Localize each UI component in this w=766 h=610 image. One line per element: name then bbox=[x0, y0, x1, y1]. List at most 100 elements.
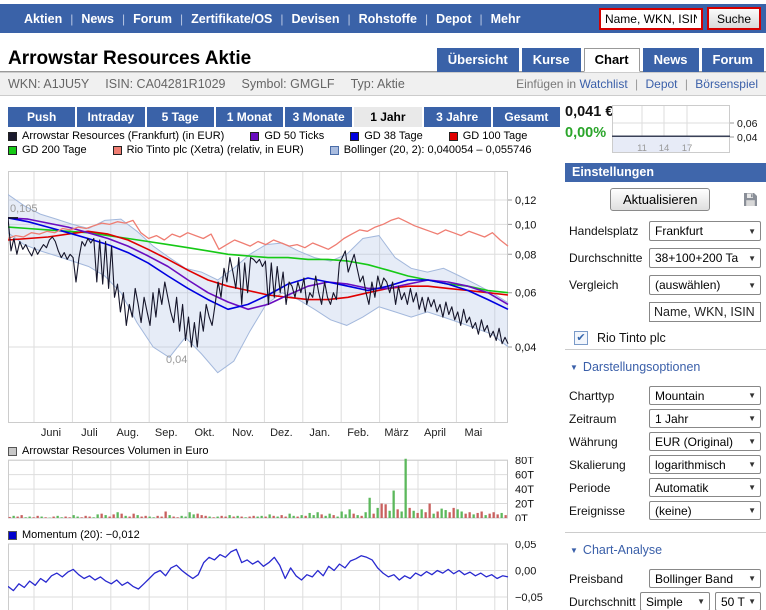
info-typ: Typ: Aktie bbox=[351, 77, 405, 91]
nav-separator: | bbox=[425, 12, 428, 26]
svg-text:20T: 20T bbox=[515, 499, 534, 511]
nav-item-devisen[interactable]: Devisen bbox=[292, 12, 340, 26]
tab-chart[interactable]: Chart bbox=[584, 48, 640, 72]
nav-separator: | bbox=[70, 12, 73, 26]
settings-rows: Handelsplatz Frankfurt▼ Durchschnitte 38+10… bbox=[565, 221, 766, 345]
legend-swatch bbox=[113, 146, 122, 155]
display-options-header: Darstellungsoptionen bbox=[583, 360, 700, 374]
svg-text:Nov.: Nov. bbox=[232, 427, 254, 439]
svg-text:80T: 80T bbox=[515, 457, 534, 467]
volume-legend: Arrowstar Resources Volumen in Euro bbox=[8, 445, 208, 457]
search-input[interactable] bbox=[599, 8, 703, 30]
page-title: Arrowstar Resources Aktie bbox=[8, 48, 251, 70]
svg-text:0,05: 0,05 bbox=[515, 541, 536, 551]
compare-search-input[interactable] bbox=[649, 302, 761, 322]
select-skalierung[interactable]: logarithmisch▼ bbox=[649, 455, 761, 474]
select-handelsplatz[interactable]: Frankfurt▼ bbox=[649, 221, 761, 241]
nav-items: Aktien|News|Forum|Zertifikate/OS|Devisen… bbox=[24, 12, 520, 26]
field-label-vergleich: Vergleich bbox=[569, 278, 618, 292]
chart-analysis-section: ▼ Chart-Analyse PreisbandBollinger Band▼… bbox=[565, 532, 766, 610]
tab-uebersicht[interactable]: Übersicht bbox=[437, 48, 519, 72]
section-darstellungsoptionen[interactable]: ▼ Darstellungsoptionen bbox=[570, 360, 761, 374]
momentum-legend-label: Momentum (20): −0,012 bbox=[22, 529, 140, 541]
svg-text:60T: 60T bbox=[515, 470, 534, 482]
chevron-down-icon: ▼ bbox=[748, 391, 756, 400]
form-row-durchschnitte: Durchschnitte 38+100+200 Ta▼ bbox=[569, 248, 761, 268]
range-tab-push[interactable]: Push bbox=[8, 107, 75, 127]
select-value: Bollinger Band bbox=[655, 572, 733, 586]
svg-text:0,06: 0,06 bbox=[515, 288, 536, 300]
field-label-durchschnitte: Durchschnitte bbox=[569, 251, 642, 265]
nav-item-aktien[interactable]: Aktien bbox=[24, 12, 62, 26]
range-tab-gesamt[interactable]: Gesamt bbox=[493, 107, 560, 127]
svg-text:0,06: 0,06 bbox=[737, 118, 758, 130]
legend-swatch bbox=[8, 146, 17, 155]
select-zeitraum[interactable]: 1 Jahr▼ bbox=[649, 409, 761, 428]
form-row-durchschnitt: DurchschnittSimple▼50 T▼ bbox=[569, 592, 761, 610]
select-vergleich[interactable]: (auswählen)▼ bbox=[649, 275, 761, 295]
insert-prefix: Einfügen in bbox=[516, 77, 576, 91]
link-watchlist[interactable]: Watchlist bbox=[579, 77, 627, 91]
select-value: 50 T bbox=[721, 595, 745, 609]
field-label-charttyp: Charttyp bbox=[569, 389, 614, 403]
select-durchschnitt-period[interactable]: 50 T▼ bbox=[715, 592, 761, 610]
nav-item-zertifikate-os[interactable]: Zertifikate/OS bbox=[191, 12, 272, 26]
search-button[interactable]: Suche bbox=[707, 7, 761, 30]
select-ereignisse[interactable]: (keine)▼ bbox=[649, 501, 761, 520]
select-waehrung[interactable]: EUR (Original)▼ bbox=[649, 432, 761, 451]
svg-text:0T: 0T bbox=[515, 513, 528, 521]
nav-item-mehr[interactable]: Mehr bbox=[491, 12, 521, 26]
field-label-handelsplatz: Handelsplatz bbox=[569, 224, 638, 238]
tab-news[interactable]: News bbox=[643, 48, 699, 72]
link-depot[interactable]: Depot bbox=[642, 77, 677, 91]
svg-text:März: März bbox=[384, 427, 408, 439]
tab-forum[interactable]: Forum bbox=[702, 48, 764, 72]
chevron-down-icon: ▼ bbox=[697, 597, 705, 606]
svg-text:11: 11 bbox=[637, 143, 647, 154]
nav-item-news[interactable]: News bbox=[81, 12, 114, 26]
momentum-legend-swatch bbox=[8, 531, 17, 540]
field-label-ereignisse: Ereignisse bbox=[569, 504, 625, 518]
info-symbol: Symbol: GMGLF bbox=[242, 77, 335, 91]
range-tab-intraday[interactable]: Intraday bbox=[77, 107, 144, 127]
legend-item-gd-38-tage: GD 38 Tage bbox=[350, 130, 423, 143]
svg-text:0,10: 0,10 bbox=[515, 219, 536, 231]
range-tab-3-monate[interactable]: 3 Monate bbox=[285, 107, 352, 127]
nav-item-depot[interactable]: Depot bbox=[436, 12, 471, 26]
svg-text:0,04: 0,04 bbox=[166, 354, 187, 366]
select-periode[interactable]: Automatik▼ bbox=[649, 478, 761, 497]
tab-kurse[interactable]: Kurse bbox=[522, 48, 581, 72]
select-charttyp[interactable]: Mountain▼ bbox=[649, 386, 761, 405]
svg-text:Dez.: Dez. bbox=[270, 427, 293, 439]
section-chart-analyse[interactable]: ▼ Chart-Analyse bbox=[570, 543, 761, 557]
range-tab-1-jahr[interactable]: 1 Jahr bbox=[354, 107, 421, 127]
link-boersenspiel[interactable]: Börsenspiel bbox=[692, 77, 758, 91]
settings-header: Einstellungen bbox=[565, 163, 766, 182]
range-tab-3-jahre[interactable]: 3 Jahre bbox=[424, 107, 491, 127]
refresh-button[interactable]: Aktualisieren bbox=[610, 188, 710, 211]
select-durchschnitt-type[interactable]: Simple▼ bbox=[640, 592, 710, 610]
nav-search: Suche bbox=[599, 7, 761, 30]
select-value: EUR (Original) bbox=[655, 435, 733, 449]
legend-item-bollinger: Bollinger (20, 2): 0,040054 – 0,055746 bbox=[330, 144, 532, 157]
svg-text:Aug.: Aug. bbox=[116, 427, 139, 439]
intraday-mini-chart: 0,060,04111417 bbox=[612, 105, 764, 164]
svg-text:Jan.: Jan. bbox=[309, 427, 330, 439]
legend-label: GD 200 Tage bbox=[22, 144, 87, 157]
nav-item-forum[interactable]: Forum bbox=[133, 12, 172, 26]
select-durchschnitte[interactable]: 38+100+200 Ta▼ bbox=[649, 248, 761, 268]
svg-text:0,04: 0,04 bbox=[737, 132, 758, 144]
range-tab-1-monat[interactable]: 1 Monat bbox=[216, 107, 283, 127]
page: Aktien|News|Forum|Zertifikate/OS|Devisen… bbox=[0, 0, 766, 610]
info-isin: ISIN: CA04281R1029 bbox=[105, 77, 225, 91]
select-value: (auswählen) bbox=[655, 278, 720, 292]
legend-label: Bollinger (20, 2): 0,040054 – 0,055746 bbox=[344, 144, 532, 157]
range-tab-5-tage[interactable]: 5 Tage bbox=[147, 107, 214, 127]
rio-tinto-checkbox[interactable]: ✔ bbox=[574, 331, 588, 345]
select-preisband[interactable]: Bollinger Band▼ bbox=[649, 569, 761, 588]
range-tabs: PushIntraday5 Tage1 Monat3 Monate1 Jahr3… bbox=[8, 107, 560, 127]
nav-item-rohstoffe[interactable]: Rohstoffe bbox=[359, 12, 417, 26]
chevron-down-icon: ▼ bbox=[748, 460, 756, 469]
save-icon[interactable] bbox=[743, 192, 758, 212]
field-label-preisband: Preisband bbox=[569, 572, 623, 586]
